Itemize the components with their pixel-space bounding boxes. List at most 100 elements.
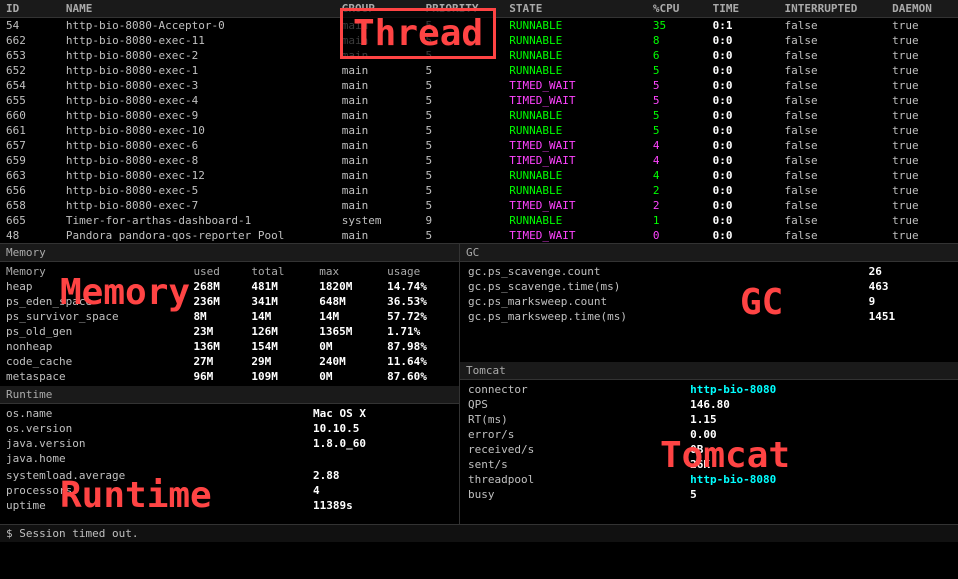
list-item: gc.ps_scavenge.time(ms) 463 <box>460 279 958 294</box>
cell-time: 0:0 <box>707 168 779 183</box>
cell-cpu: 1 <box>647 213 707 228</box>
cell-state: RUNNABLE <box>503 48 647 63</box>
table-row: 657 http-bio-8080-exec-6 main 5 TIMED_WA… <box>0 138 958 153</box>
cell-id: 653 <box>0 48 60 63</box>
memory-section: Memory Memory Memory used total max usag… <box>0 244 459 386</box>
cell-daemon: true <box>886 18 958 34</box>
list-item: busy 5 <box>460 487 958 502</box>
cell-state: RUNNABLE <box>503 183 647 198</box>
cell-name: http-bio-8080-exec-10 <box>60 123 336 138</box>
cell-name: http-bio-8080-exec-6 <box>60 138 336 153</box>
gc-value: 1451 <box>861 309 958 324</box>
cell-interrupted: false <box>778 63 886 78</box>
cell-time: 0:0 <box>707 198 779 213</box>
mem-total: 481M <box>245 279 313 294</box>
list-item: gc.ps_scavenge.count 26 <box>460 264 958 279</box>
table-row: 658 http-bio-8080-exec-7 main 5 TIMED_WA… <box>0 198 958 213</box>
cell-name: http-bio-8080-exec-11 <box>60 33 336 48</box>
cell-daemon: true <box>886 48 958 63</box>
mem-col-max: max <box>313 264 381 279</box>
list-item: code_cache 27M 29M 240M 11.64% <box>0 354 459 369</box>
cell-id: 655 <box>0 93 60 108</box>
table-row: 654 http-bio-8080-exec-3 main 5 TIMED_WA… <box>0 78 958 93</box>
cell-group: main <box>336 183 420 198</box>
table-row: 660 http-bio-8080-exec-9 main 5 RUNNABLE… <box>0 108 958 123</box>
memory-panel-header: Memory <box>0 244 459 262</box>
cell-daemon: true <box>886 123 958 138</box>
cell-cpu: 2 <box>647 198 707 213</box>
gc-value: 463 <box>861 279 958 294</box>
tomcat-key: QPS <box>460 397 682 412</box>
col-header-daemon: DAEMON <box>886 0 958 18</box>
gc-value: 9 <box>861 294 958 309</box>
list-item: gc.ps_marksweep.count 9 <box>460 294 958 309</box>
cell-id: 658 <box>0 198 60 213</box>
list-item: java.home <box>0 451 459 466</box>
mem-usage: 87.60% <box>381 369 459 384</box>
list-item: gc.ps_marksweep.time(ms) 1451 <box>460 309 958 324</box>
cell-interrupted: false <box>778 48 886 63</box>
cell-id: 654 <box>0 78 60 93</box>
tomcat-section: Tomcat Tomcat connector http-bio-8080 QP… <box>460 362 958 504</box>
cell-daemon: true <box>886 138 958 153</box>
cell-name: Pandora pandora-qos-reporter Pool <box>60 228 336 243</box>
mem-total: 341M <box>245 294 313 309</box>
tomcat-panel-body: Tomcat connector http-bio-8080 QPS 146.8… <box>460 380 958 504</box>
cell-name: http-bio-8080-exec-8 <box>60 153 336 168</box>
cell-daemon: true <box>886 213 958 228</box>
cell-name: http-bio-8080-exec-2 <box>60 48 336 63</box>
tomcat-value: 146.80 <box>682 397 958 412</box>
gc-key: gc.ps_scavenge.count <box>460 264 861 279</box>
gc-value: 26 <box>861 264 958 279</box>
col-header-cpu: %CPU <box>647 0 707 18</box>
tomcat-key: received/s <box>460 442 682 457</box>
cell-interrupted: false <box>778 93 886 108</box>
right-panels: GC GC gc.ps_scavenge.count 26 gc.ps_scav… <box>460 244 958 524</box>
cell-interrupted: false <box>778 33 886 48</box>
mem-max: 1820M <box>313 279 381 294</box>
runtime-value: 4 <box>307 483 459 498</box>
table-row: 652 http-bio-8080-exec-1 main 5 RUNNABLE… <box>0 63 958 78</box>
cell-state: RUNNABLE <box>503 18 647 34</box>
cell-state: TIMED_WAIT <box>503 198 647 213</box>
mem-used: 136M <box>187 339 245 354</box>
cell-interrupted: false <box>778 228 886 243</box>
cell-daemon: true <box>886 93 958 108</box>
runtime-key: java.home <box>0 451 307 466</box>
cell-time: 0:0 <box>707 138 779 153</box>
cell-group: main <box>336 93 420 108</box>
col-header-name: NAME <box>60 0 336 18</box>
thread-label: Thread <box>340 8 496 59</box>
cell-id: 48 <box>0 228 60 243</box>
thread-section: Thread ID NAME GROUP PRIORITY STATE %CPU… <box>0 0 958 244</box>
tomcat-key: error/s <box>460 427 682 442</box>
cell-time: 0:0 <box>707 183 779 198</box>
cell-id: 656 <box>0 183 60 198</box>
cell-time: 0:0 <box>707 108 779 123</box>
cell-daemon: true <box>886 78 958 93</box>
gc-key: gc.ps_scavenge.time(ms) <box>460 279 861 294</box>
cell-cpu: 5 <box>647 63 707 78</box>
list-item: os.name Mac OS X <box>0 406 459 421</box>
gc-label: GC <box>740 282 783 323</box>
list-item: metaspace 96M 109M 0M 87.60% <box>0 369 459 384</box>
cell-state: TIMED_WAIT <box>503 138 647 153</box>
cell-interrupted: false <box>778 78 886 93</box>
gc-key: gc.ps_marksweep.count <box>460 294 861 309</box>
cell-group: main <box>336 138 420 153</box>
runtime-panel-body: Runtime os.name Mac OS X os.version 10.1… <box>0 404 459 524</box>
cell-state: RUNNABLE <box>503 123 647 138</box>
table-row: 663 http-bio-8080-exec-12 main 5 RUNNABL… <box>0 168 958 183</box>
list-item: RT(ms) 1.15 <box>460 412 958 427</box>
mem-name: nonheap <box>0 339 187 354</box>
mem-total: 109M <box>245 369 313 384</box>
cell-time: 0:0 <box>707 48 779 63</box>
cell-state: RUNNABLE <box>503 63 647 78</box>
cell-group: main <box>336 123 420 138</box>
tomcat-value: 1.15 <box>682 412 958 427</box>
mem-used: 27M <box>187 354 245 369</box>
cell-id: 660 <box>0 108 60 123</box>
list-item: ps_old_gen 23M 126M 1365M 1.71% <box>0 324 459 339</box>
cell-cpu: 0 <box>647 228 707 243</box>
list-item: nonheap 136M 154M 0M 87.98% <box>0 339 459 354</box>
